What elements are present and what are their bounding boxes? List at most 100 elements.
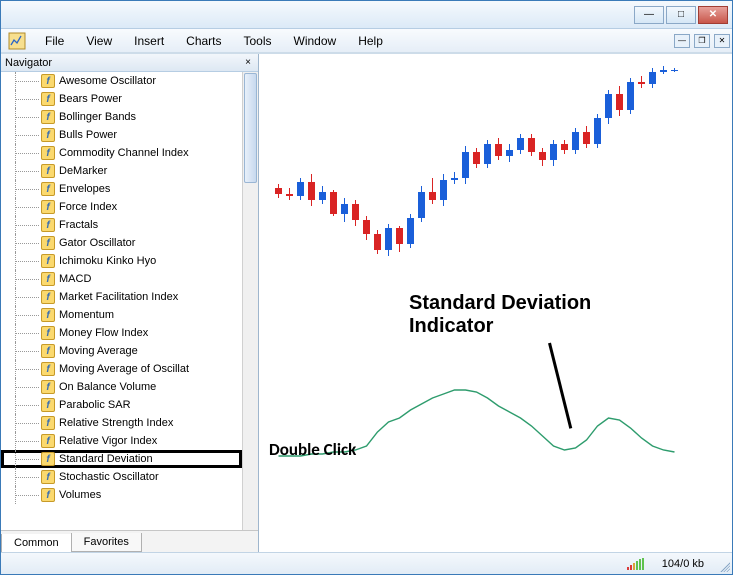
menubar: File View Insert Charts Tools Window Hel… [1,29,732,53]
navigator-item[interactable]: f Bulls Power [1,126,242,144]
close-icon: ✕ [709,9,717,20]
indicator-icon: f [41,488,55,502]
scrollbar-thumb[interactable] [244,73,257,183]
menu-view[interactable]: View [76,32,122,50]
navigator-item-label: Moving Average of Oscillat [59,363,189,375]
mdi-minimize-button[interactable]: — [674,34,690,48]
navigator-item[interactable]: f MACD [1,270,242,288]
indicator-icon: f [41,110,55,124]
navigator-item[interactable]: f Relative Strength Index [1,414,242,432]
window-close-button[interactable]: ✕ [698,6,728,24]
navigator-item-label: Moving Average [59,345,138,357]
navigator-item[interactable]: fMoney Flow Index [1,324,242,342]
navigator-item-label: Volumes [59,489,101,501]
menu-window[interactable]: Window [284,32,347,50]
mdi-restore-icon: ❐ [698,36,705,45]
navigator-close-button[interactable]: × [242,57,254,68]
navigator-item[interactable]: f Market Facilitation Index [1,288,242,306]
mdi-close-button[interactable]: ✕ [714,34,730,48]
navigator-scrollbar[interactable] [242,72,258,530]
indicator-icon: f [41,92,55,106]
indicator-icon: f [41,200,55,214]
mdi-close-icon: ✕ [719,36,726,45]
navigator-panel: Navigator × fAwesome OscillatorfBears Po… [1,54,259,552]
navigator-item[interactable]: fDeMarker [1,162,242,180]
application-window: — □ ✕ File View Insert Charts Tools Wind… [0,0,733,575]
navigator-item-label: Commodity Channel Index [59,147,189,159]
indicator-icon: f [41,398,55,412]
window-maximize-button[interactable]: □ [666,6,696,24]
window-minimize-button[interactable]: — [634,6,664,24]
indicator-icon: f [41,218,55,232]
indicator-icon: f [41,128,55,142]
navigator-item[interactable]: f On Balance Volume [1,378,242,396]
connection-bars-icon [627,558,644,570]
navigator-item[interactable]: f Volumes [1,486,242,504]
navigator-item-label: MACD [59,273,91,285]
indicator-icon: f [41,416,55,430]
resize-grip[interactable] [718,560,730,572]
navigator-item[interactable]: f Bears Power [1,90,242,108]
navigator-item-label: Stochastic Oscillator [59,471,159,483]
indicator-icon: f [41,470,55,484]
navigator-item[interactable]: fBollinger Bands [1,108,242,126]
navigator-item-label: DeMarker [59,165,107,177]
navigator-item-label: Parabolic SAR [59,399,131,411]
navigator-item[interactable]: f Moving Average [1,342,242,360]
indicator-icon: f [41,74,55,88]
menu-file[interactable]: File [35,32,74,50]
navigator-item-label: Relative Vigor Index [59,435,157,447]
navigator-item[interactable]: fEnvelopes [1,180,242,198]
status-text: 104/0 kb [662,558,704,570]
navigator-item-label: Relative Strength Index [59,417,173,429]
navigator-title: Navigator [5,57,52,69]
menu-charts[interactable]: Charts [176,32,231,50]
indicator-icon: f [41,254,55,268]
navigator-header[interactable]: Navigator × [1,54,258,72]
close-icon: × [245,57,251,68]
navigator-item[interactable]: fCommodity Channel Index [1,144,242,162]
navigator-item[interactable]: fMomentum [1,306,242,324]
indicator-icon: f [41,290,55,304]
chart-area[interactable]: Standard Deviation Indicator Double Clic… [259,54,732,552]
indicator-icon: f [41,380,55,394]
titlebar[interactable]: — □ ✕ [1,1,732,29]
tab-common[interactable]: Common [1,534,72,552]
indicator-icon: f [41,344,55,358]
navigator-item[interactable]: f Relative Vigor Index [1,432,242,450]
navigator-item[interactable]: fStandard Deviation [1,450,242,468]
minimize-icon: — [644,9,654,20]
navigator-item-label: Market Facilitation Index [59,291,178,303]
navigator-item[interactable]: f Parabolic SAR [1,396,242,414]
navigator-list[interactable]: fAwesome OscillatorfBears PowerfBollinge… [1,72,242,530]
statusbar: 104/0 kb [1,552,732,574]
menu-tools[interactable]: Tools [234,32,282,50]
tab-favorites[interactable]: Favorites [71,533,142,552]
navigator-item[interactable]: fFractals [1,216,242,234]
indicator-icon: f [41,434,55,448]
navigator-item-label: Envelopes [59,183,110,195]
navigator-item-label: On Balance Volume [59,381,156,393]
navigator-tree: fAwesome OscillatorfBears PowerfBollinge… [1,72,258,530]
navigator-item-label: Bulls Power [59,129,117,141]
indicator-icon: f [41,308,55,322]
navigator-item-label: Standard Deviation [59,453,153,465]
indicator-icon: f [41,236,55,250]
mdi-minimize-icon: — [678,36,686,45]
navigator-item[interactable]: f Force Index [1,198,242,216]
menu-help[interactable]: Help [348,32,393,50]
menu-insert[interactable]: Insert [124,32,174,50]
navigator-item[interactable]: fMoving Average of Oscillat [1,360,242,378]
navigator-item-label: Force Index [59,201,117,213]
indicator-icon: f [41,272,55,286]
navigator-item[interactable]: f Stochastic Oscillator [1,468,242,486]
navigator-item[interactable]: fIchimoku Kinko Hyo [1,252,242,270]
navigator-item-label: Bears Power [59,93,122,105]
navigator-tabs: Common Favorites [1,530,258,552]
annotation-title: Standard Deviation Indicator [409,292,591,338]
annotation-hint: Double Click [269,439,356,460]
navigator-item[interactable]: fAwesome Oscillator [1,72,242,90]
navigator-item[interactable]: f Gator Oscillator [1,234,242,252]
navigator-item-label: Gator Oscillator [59,237,135,249]
mdi-restore-button[interactable]: ❐ [694,34,710,48]
